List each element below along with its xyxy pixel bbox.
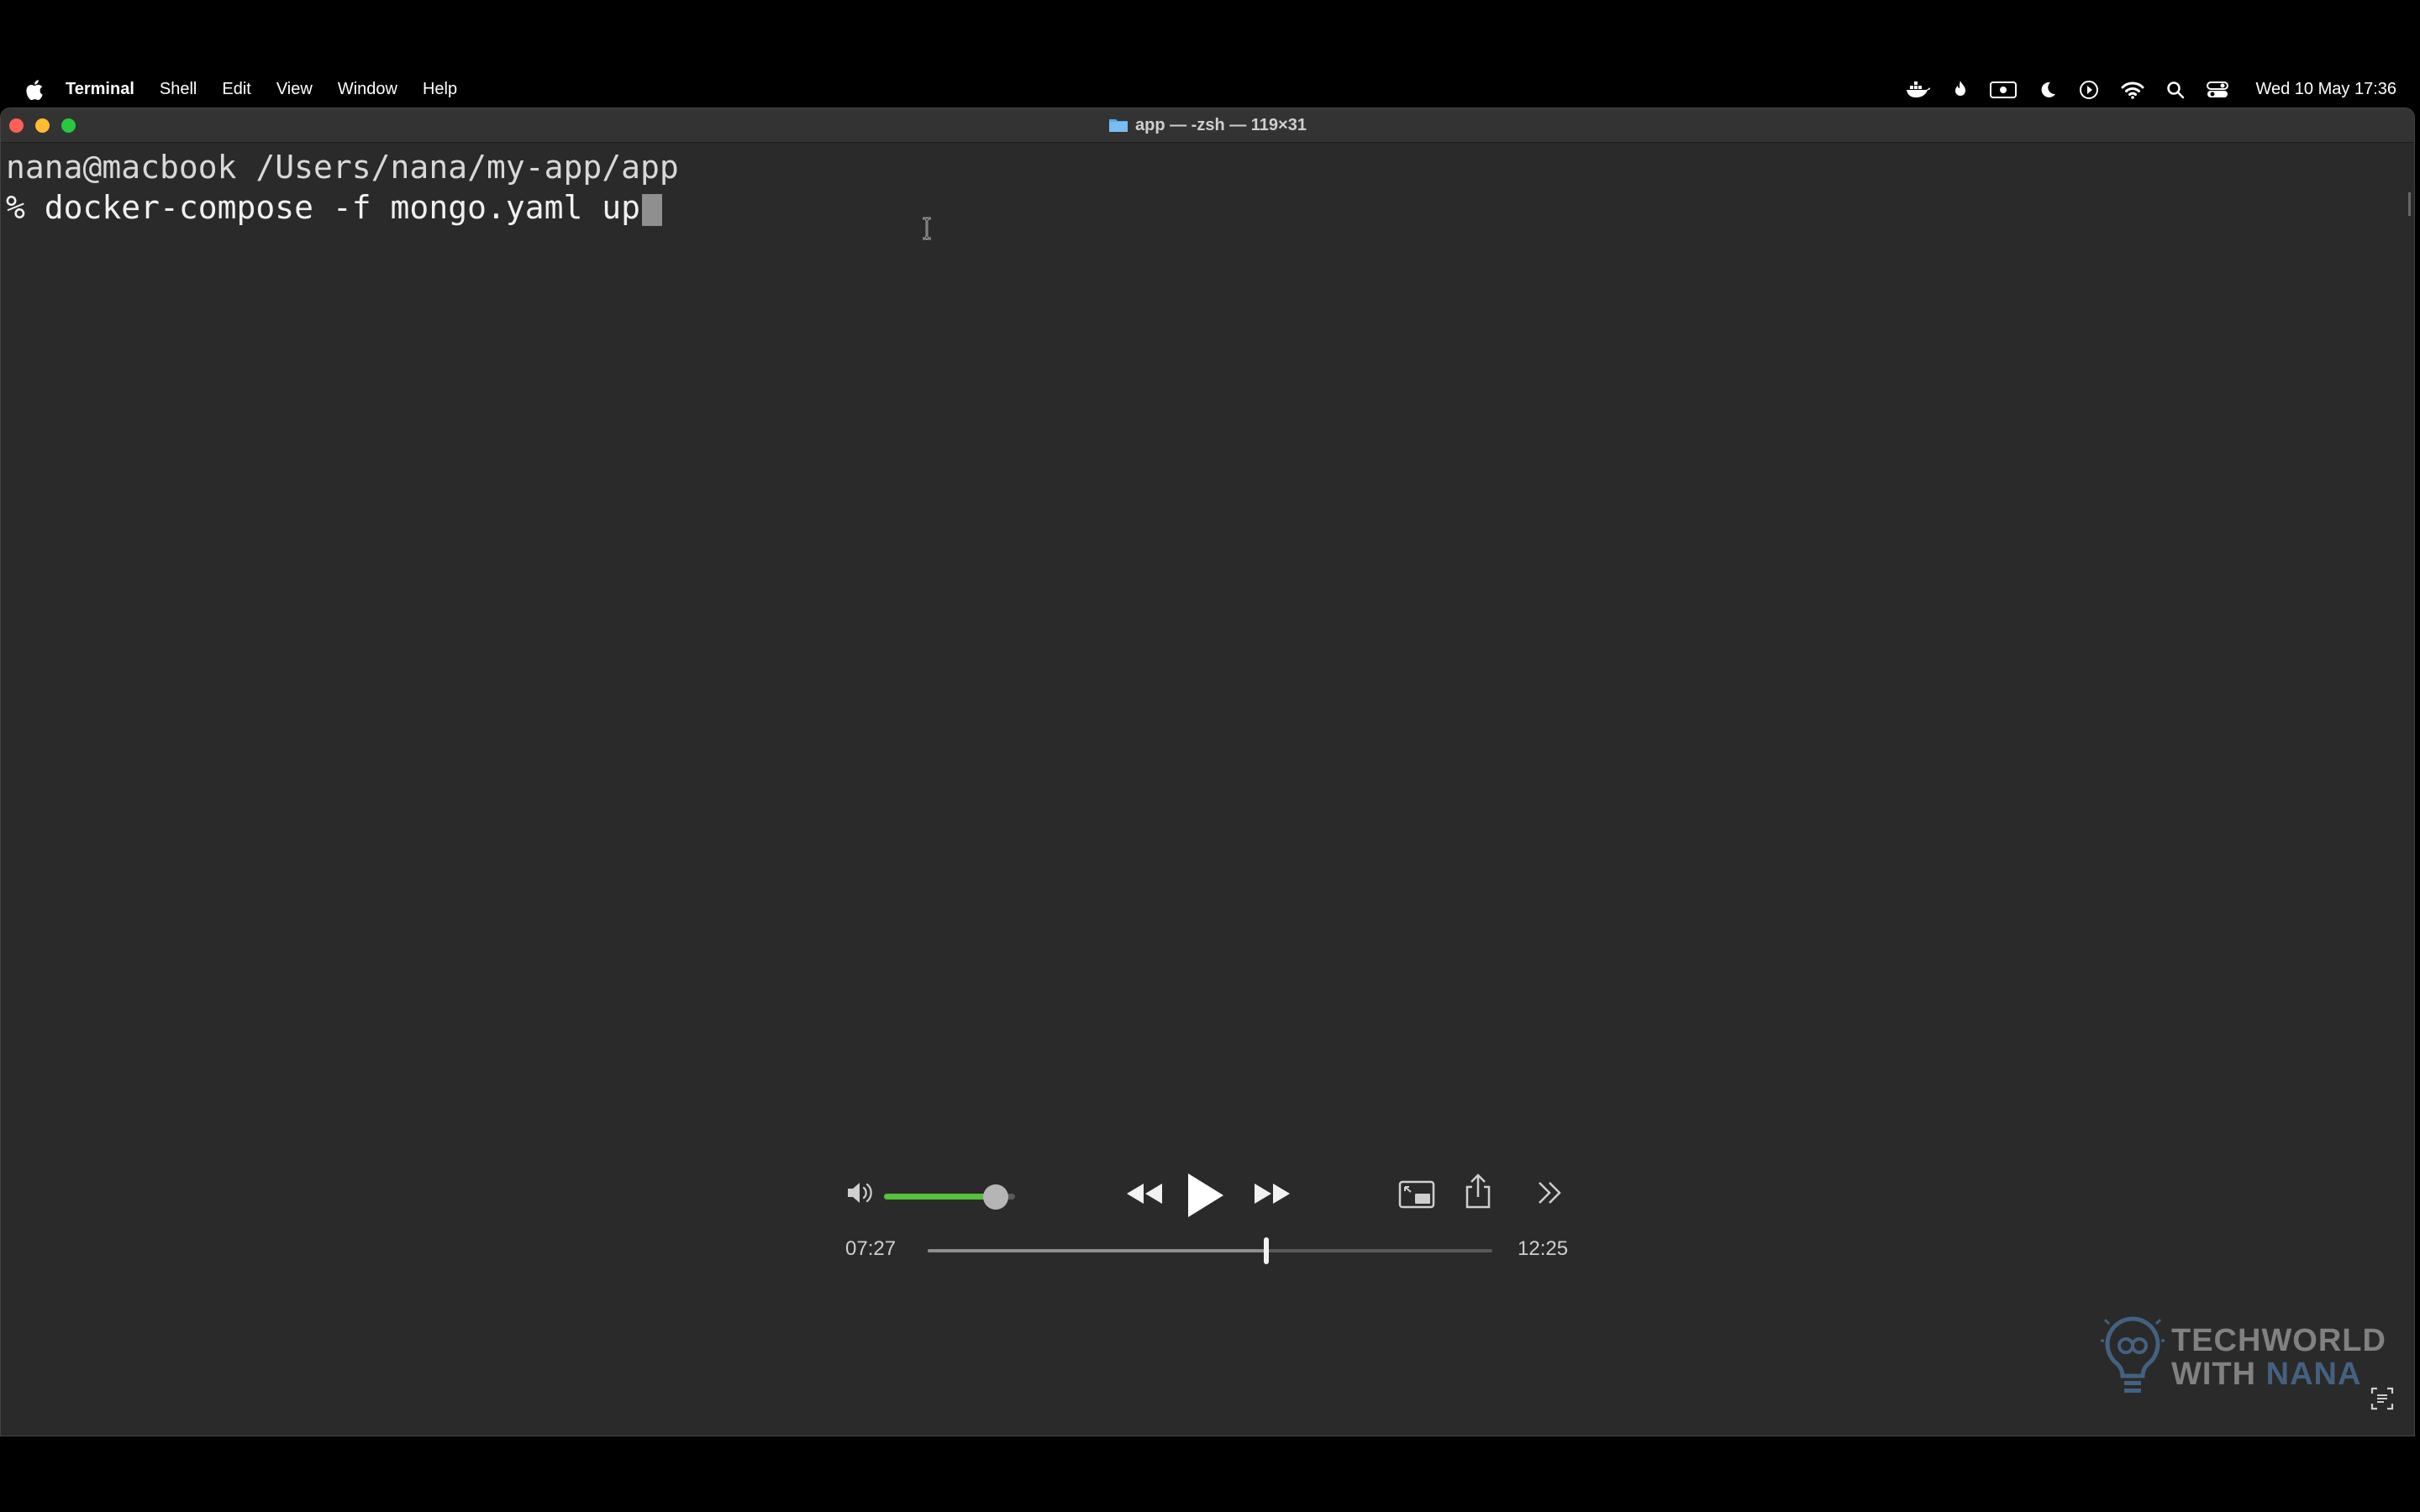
window-titlebar[interactable]: app — -zsh — 119×31	[1, 108, 2414, 143]
volume-icon[interactable]	[845, 1180, 876, 1205]
flame-icon[interactable]	[1953, 80, 1968, 100]
seek-bar[interactable]	[928, 1237, 1492, 1264]
live-text-icon[interactable]	[2370, 1386, 2395, 1411]
play-icon[interactable]	[1183, 1170, 1227, 1221]
seek-handle[interactable]	[1264, 1237, 1270, 1264]
docker-icon[interactable]	[1906, 81, 1931, 99]
window-title: app — -zsh — 119×31	[1, 108, 2414, 142]
terminal-command-line[interactable]: % docker-compose -f mongo.yaml up	[6, 187, 2397, 228]
watermark-line2-highlight: NANA	[2265, 1357, 2362, 1392]
menu-edit[interactable]: Edit	[222, 74, 250, 105]
lightbulb-logo-icon	[2101, 1316, 2165, 1393]
screen: Terminal Shell Edit View Window Help Wed…	[0, 0, 2420, 1512]
duration-time: 12:25	[1518, 1237, 1569, 1260]
picture-in-picture-icon[interactable]	[1398, 1180, 1435, 1209]
seek-progress	[928, 1249, 1267, 1252]
menu-app-terminal[interactable]: Terminal	[66, 74, 134, 105]
menu-clock[interactable]: Wed 10 May 17:36	[2255, 80, 2396, 99]
current-time: 07:27	[845, 1237, 897, 1260]
volume-slider[interactable]	[884, 1184, 1015, 1210]
search-icon[interactable]	[2166, 81, 2185, 99]
watermark-line1: TECHWORLD	[2171, 1323, 2386, 1358]
watermark-line2: WITH NANA	[2171, 1357, 2386, 1391]
play-circle-icon[interactable]	[2079, 80, 2099, 100]
ibeam-cursor-icon	[923, 217, 931, 240]
screen-record-icon[interactable]	[1990, 80, 2018, 100]
scrollbar[interactable]	[2408, 192, 2411, 216]
menu-help[interactable]: Help	[423, 74, 457, 105]
rewind-icon[interactable]	[1124, 1180, 1165, 1207]
menu-shell[interactable]: Shell	[160, 74, 197, 105]
techworld-watermark: TECHWORLD WITH NANA	[2101, 1309, 2386, 1401]
share-icon[interactable]	[1464, 1173, 1492, 1209]
control-center-icon[interactable]	[2207, 81, 2229, 99]
menu-view[interactable]: View	[276, 74, 313, 105]
menu-bar: Terminal Shell Edit View Window Help Wed…	[0, 74, 2420, 105]
window-title-text: app — -zsh — 119×31	[1135, 115, 1307, 134]
watermark-text: TECHWORLD WITH NANA	[2171, 1324, 2386, 1391]
terminal-command-text: % docker-compose -f mongo.yaml up	[6, 189, 640, 226]
watermark-line2-prefix: WITH	[2171, 1357, 2266, 1392]
apple-icon[interactable]	[24, 78, 44, 102]
terminal-prompt-line: nana@macbook /Users/nana/my-app/app	[6, 149, 679, 186]
fast-forward-icon[interactable]	[1252, 1180, 1292, 1207]
wifi-icon[interactable]	[2121, 81, 2144, 99]
volume-level	[884, 1194, 996, 1200]
video-controls: 07:27 12:25	[832, 1155, 1588, 1273]
volume-knob[interactable]	[982, 1184, 1008, 1210]
menu-window[interactable]: Window	[338, 74, 397, 105]
more-chevron-icon[interactable]	[1536, 1180, 1565, 1205]
text-cursor	[641, 193, 662, 226]
moon-icon[interactable]	[2039, 81, 2057, 99]
folder-icon	[1109, 119, 1128, 132]
